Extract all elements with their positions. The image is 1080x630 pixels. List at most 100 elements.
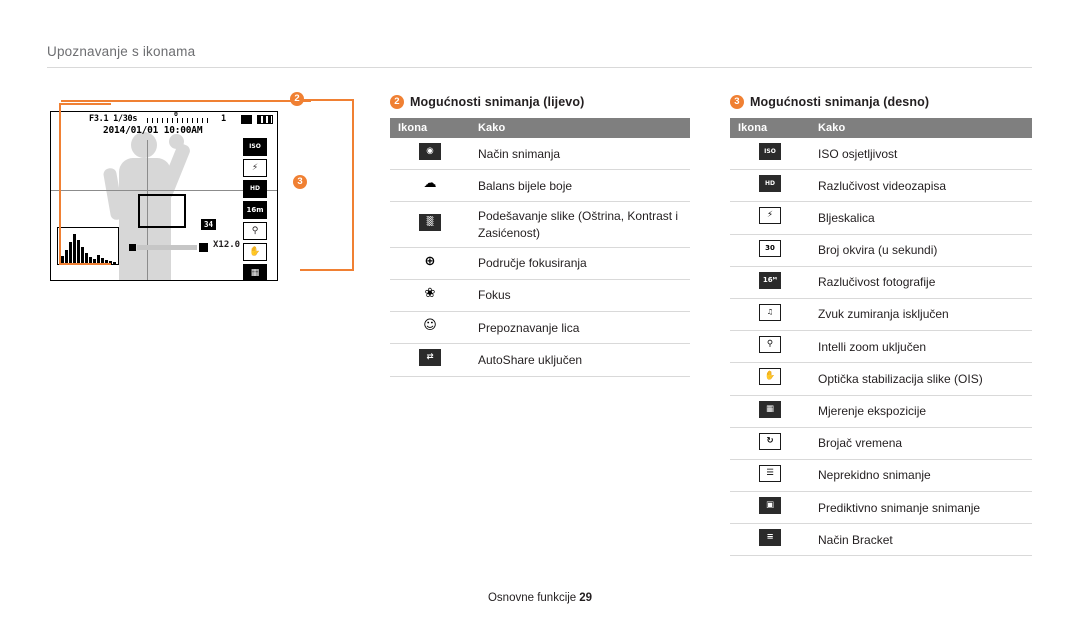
exposure-ruler: 0 — [147, 112, 209, 124]
exposure-ruler-bar — [147, 118, 209, 123]
focus-icon: ❀ — [424, 285, 436, 301]
battery-icon — [257, 115, 273, 124]
ois-icon: ✋ — [243, 243, 267, 261]
table-row: ▦ Mjerenje ekspozicije — [730, 395, 1032, 428]
video-resolution-icon: HD — [759, 175, 781, 193]
table-row: ▣ Prediktivno snimanje snimanje — [730, 491, 1032, 525]
autofocus-box — [138, 194, 186, 228]
table-row: 30 Broj okvira (u sekundi) — [730, 234, 1032, 267]
flash-icon: ⚡ — [759, 207, 781, 225]
page-header: Upoznavanje s ikonama — [47, 44, 1032, 68]
table-row: ↻ Brojač vremena — [730, 427, 1032, 460]
right-col-header-icon: Ikona — [730, 118, 810, 138]
camera-screen-illustration: F3.1 1/30s 0 1 2014/01/01 10:00AM 34 X12… — [50, 92, 370, 295]
table-row: ☁ Balans bijele boje — [390, 169, 690, 203]
flash-icon: ⚡ — [243, 159, 267, 177]
exposure-zero-label: 0 — [174, 111, 178, 118]
callout-top-line — [61, 100, 311, 102]
row-label: Mjerenje ekspozicije — [810, 395, 1032, 428]
bracket-icon: ≡ — [759, 529, 781, 547]
row-label: Optička stabilizacija slike (OIS) — [810, 362, 1032, 396]
header-divider — [47, 67, 1032, 68]
callout-right-frame — [300, 99, 354, 271]
iso-icon: ISO — [243, 138, 267, 156]
right-section-heading: 3 Mogućnosti snimanja (desno) — [730, 95, 1032, 109]
row-label: AutoShare uključen — [470, 343, 690, 377]
zoom-in-icon — [199, 243, 208, 252]
table-row: ☰ Neprekidno snimanje — [730, 459, 1032, 493]
row-label: Balans bijele boje — [470, 169, 690, 203]
intelli-zoom-icon: ⚲ — [243, 222, 267, 240]
frame-rate-icon: 30 — [759, 239, 781, 257]
row-label: Podešavanje slike (Oštrina, Kontrast i Z… — [470, 201, 690, 248]
zoom-sound-off-icon: ♫ — [759, 303, 781, 321]
ois-icon: ✋ — [759, 368, 781, 386]
right-options-table: Ikona Kako ISO ISO osjetljivost HD Razlu… — [730, 118, 1032, 557]
shots-remaining: 1 — [221, 114, 226, 124]
callout-left-frame — [59, 103, 111, 265]
table-header-row: Ikona Kako — [390, 118, 690, 138]
left-section-title: Mogućnosti snimanja (lijevo) — [410, 95, 585, 109]
row-label: Bljeskalica — [810, 201, 1032, 235]
footer-page-number: 29 — [579, 592, 592, 604]
face-detection-icon: ☺ — [423, 318, 437, 334]
table-row: ⇄ AutoShare uključen — [390, 343, 690, 377]
left-options-section: 2 Mogućnosti snimanja (lijevo) Ikona Kak… — [390, 95, 690, 377]
timer-icon: ↻ — [759, 432, 781, 450]
photo-resolution-icon: 16ᴹ — [759, 271, 781, 289]
table-row: ☺ Prepoznavanje lica — [390, 311, 690, 345]
frame-count-badge: 34 — [201, 219, 217, 230]
table-row: ⊕ Područje fokusiranja — [390, 247, 690, 280]
page-title: Upoznavanje s ikonama — [47, 44, 196, 59]
table-row: ❀ Fokus — [390, 279, 690, 313]
left-section-badge: 2 — [390, 95, 404, 109]
callout-badge-3: 3 — [293, 175, 307, 189]
row-label: Fokus — [470, 279, 690, 313]
date-time-text: 2014/01/01 10:00AM — [103, 125, 203, 136]
row-label: Broj okvira (u sekundi) — [810, 234, 1032, 267]
zoom-level-text: X12.0 — [213, 240, 241, 250]
footer-section-label: Osnovne funkcije — [487, 592, 577, 604]
metering-icon: ▦ — [243, 264, 267, 280]
photo-resolution-icon: 16m — [243, 201, 267, 219]
row-label: ISO osjetljivost — [810, 138, 1032, 171]
left-options-table: Ikona Kako ◉ Način snimanja ☁ Balans bij… — [390, 118, 690, 377]
table-row: HD Razlučivost videozapisa — [730, 169, 1032, 203]
right-section-title: Mogućnosti snimanja (desno) — [750, 95, 930, 109]
row-label: Zvuk zumiranja isključen — [810, 298, 1032, 332]
row-label: Razlučivost fotografije — [810, 266, 1032, 299]
right-section-badge: 3 — [730, 95, 744, 109]
row-label: Brojač vremena — [810, 427, 1032, 460]
right-options-section: 3 Mogućnosti snimanja (desno) Ikona Kako… — [730, 95, 1032, 557]
row-label: Način Bracket — [810, 523, 1032, 557]
table-row: ⚡ Bljeskalica — [730, 201, 1032, 235]
video-resolution-icon: HD — [243, 180, 267, 198]
table-header-row: Ikona Kako — [730, 118, 1032, 138]
autoshare-icon: ⇄ — [419, 349, 441, 367]
left-section-heading: 2 Mogućnosti snimanja (lijevo) — [390, 95, 690, 109]
continuous-shot-icon: ☰ — [759, 464, 781, 482]
predictive-shot-icon: ▣ — [759, 497, 781, 515]
right-icon-column: ISO ⚡ HD 16m ⚲ ✋ ▦ ↻ — [243, 138, 269, 280]
right-col-header-desc: Kako — [810, 118, 1032, 138]
table-row: 16ᴹ Razlučivost fotografije — [730, 266, 1032, 299]
focus-area-icon: ⊕ — [424, 253, 436, 269]
left-col-header-icon: Ikona — [390, 118, 470, 138]
row-label: Način snimanja — [470, 138, 690, 171]
metering-icon: ▦ — [759, 400, 781, 418]
image-adjust-icon: ▒ — [419, 213, 441, 231]
table-row: ISO ISO osjetljivost — [730, 138, 1032, 171]
row-label: Područje fokusiranja — [470, 247, 690, 280]
zoom-out-icon — [129, 244, 136, 251]
intelli-zoom-icon: ⚲ — [759, 336, 781, 354]
left-col-header-desc: Kako — [470, 118, 690, 138]
row-label: Prepoznavanje lica — [470, 311, 690, 345]
row-label: Razlučivost videozapisa — [810, 169, 1032, 203]
iso-icon: ISO — [759, 143, 781, 160]
table-row: ▒ Podešavanje slike (Oštrina, Kontrast i… — [390, 201, 690, 248]
zoom-track — [137, 245, 197, 250]
table-row: ⚲ Intelli zoom uključen — [730, 330, 1032, 364]
table-row: ≡ Način Bracket — [730, 523, 1032, 557]
row-label: Neprekidno snimanje — [810, 459, 1032, 493]
page-footer: Osnovne funkcije 29 — [0, 592, 1080, 604]
